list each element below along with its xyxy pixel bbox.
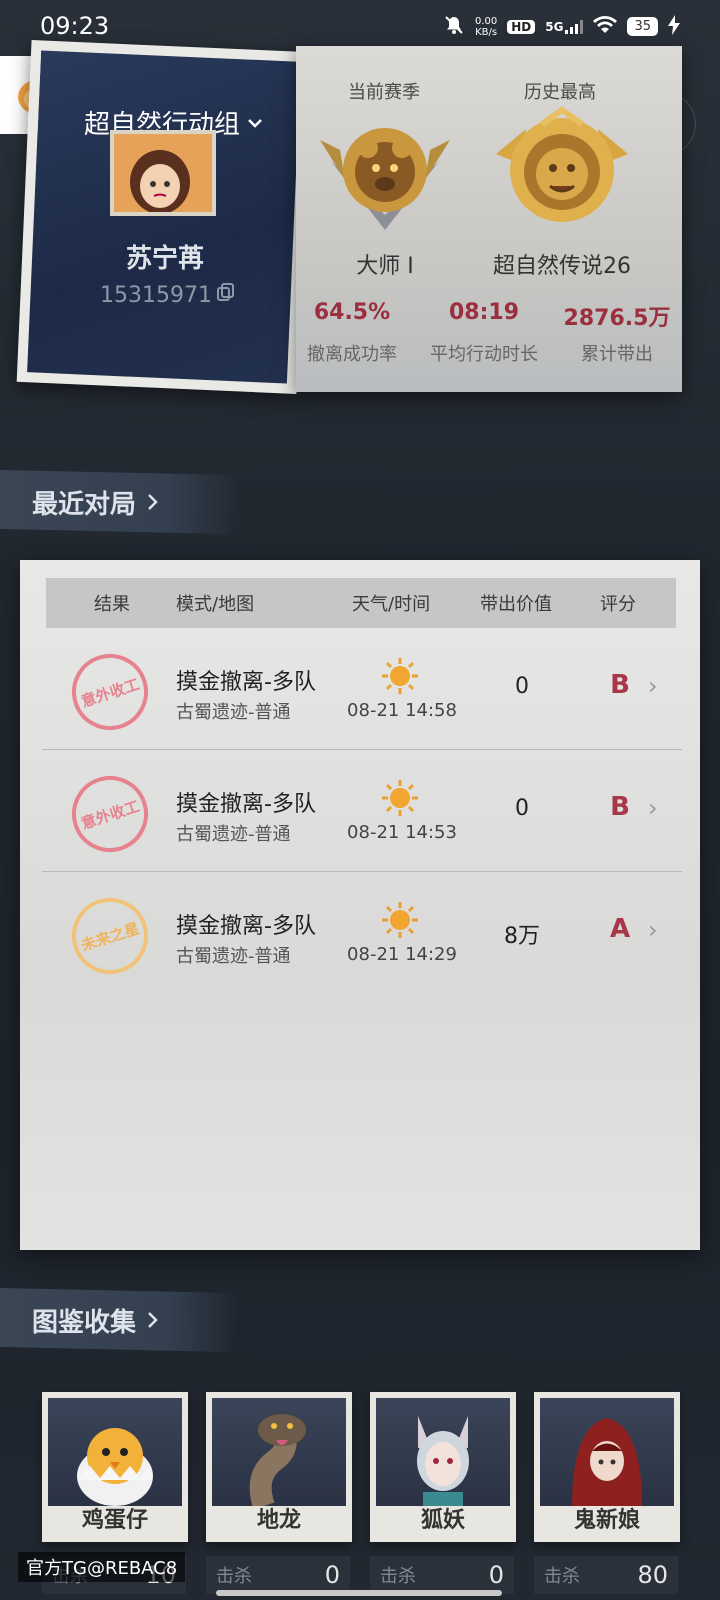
net-speed-unit: KB/s (475, 26, 498, 38)
match-grade: B (610, 792, 630, 822)
collection-card[interactable]: 狐妖 (370, 1392, 516, 1542)
match-map: 古蜀遗迹-普通 (176, 824, 291, 845)
chevron-right-icon (148, 494, 158, 510)
copy-icon[interactable] (216, 282, 236, 308)
avg-duration-value: 08:19 (448, 300, 520, 325)
match-map: 古蜀遗迹-普通 (176, 946, 291, 967)
sunny-weather-icon (382, 902, 418, 938)
creature-name: 鬼新娘 (573, 1508, 640, 1533)
header-weather-time: 天气/时间 (352, 594, 431, 615)
sunny-weather-icon (382, 780, 418, 816)
extract-rate-value: 64.5% (313, 300, 391, 325)
mute-bell-icon (443, 14, 465, 39)
collection-card[interactable]: 鸡蛋仔 (42, 1392, 188, 1542)
creature-name: 鸡蛋仔 (81, 1508, 148, 1533)
header-result: 结果 (94, 594, 130, 615)
collection-card[interactable]: 鬼新娘 (534, 1392, 680, 1542)
extract-rate-label: 撤离成功率 (307, 344, 397, 365)
header-value: 带出价值 (480, 594, 552, 615)
fox-spirit-icon (376, 1398, 510, 1506)
creature-name: 地龙 (256, 1508, 301, 1533)
match-value: 0 (515, 796, 529, 821)
chevron-right-icon: › (648, 672, 658, 700)
battery-icon: 35 (627, 17, 658, 36)
result-stamp: 未来之星 (62, 888, 158, 984)
result-stamp: 意外收工 (62, 644, 158, 740)
chevron-right-icon: › (648, 794, 658, 822)
chevron-down-icon (248, 118, 262, 128)
wifi-icon (593, 16, 618, 37)
kill-label: 击杀 (544, 1566, 580, 1587)
signal-type: 5G (545, 19, 564, 34)
player-id: 15315971 (100, 282, 212, 308)
match-time: 08-21 14:53 (347, 822, 457, 843)
match-grade: A (609, 914, 631, 944)
ghost-bride-icon (540, 1398, 674, 1506)
match-map: 古蜀遗迹-普通 (176, 702, 291, 723)
chick-egg-icon (48, 1398, 182, 1506)
avatar-portrait-icon (114, 134, 212, 212)
match-mode: 摸金撤离-多队 (176, 670, 316, 695)
hd-badge: HD (507, 19, 536, 34)
signal-icon: 5G (545, 19, 584, 34)
player-avatar[interactable] (110, 130, 216, 216)
player-id-row: 15315971 (100, 282, 236, 308)
match-row[interactable]: 未来之星 摸金撤离-多队 古蜀遗迹-普通 08-21 14:29 8万 A › (42, 872, 682, 994)
serpent-icon (212, 1398, 346, 1506)
kill-label: 击杀 (380, 1566, 416, 1587)
matches-table-header: 结果 模式/地图 天气/时间 带出价值 评分 (46, 578, 676, 628)
rank-stats-card: 当前赛季 历史最高 大师 Ⅰ 超自然传说26 64.5% 08:19 2876.… (296, 46, 682, 392)
recent-matches-panel: 结果 模式/地图 天气/时间 带出价值 评分 意外收工 摸金撤离-多队 古蜀遗迹… (20, 560, 700, 1250)
net-speed-value: 0.00 (474, 15, 498, 27)
home-indicator[interactable] (216, 1590, 502, 1596)
chevron-right-icon: › (648, 916, 658, 944)
charging-icon (668, 15, 680, 38)
result-stamp: 意外收工 (62, 766, 158, 862)
match-mode: 摸金撤离-多队 (176, 792, 316, 817)
creature-name: 狐妖 (420, 1508, 465, 1533)
player-name: 苏宁苒 (125, 244, 204, 274)
kill-value: 0 (324, 1561, 340, 1589)
match-time: 08-21 14:29 (347, 944, 457, 965)
total-carry-label: 累计带出 (581, 344, 653, 365)
recent-matches-title: 最近对局 (32, 489, 137, 520)
sunny-weather-icon (382, 658, 418, 694)
kill-count-row: 击杀 80 (534, 1556, 678, 1594)
profile-card (16, 40, 312, 394)
recent-matches-header[interactable]: 最近对局 (0, 470, 240, 534)
net-speed: 0.00 KB/s (475, 16, 497, 38)
status-icons: 0.00 KB/s HD 5G 35 (443, 14, 680, 39)
match-grade: B (610, 670, 630, 700)
header-mode-map: 模式/地图 (176, 594, 255, 615)
watermark-text: 官方TG@REBAC8 (18, 1552, 186, 1582)
match-row[interactable]: 意外收工 摸金撤离-多队 古蜀遗迹-普通 08-21 14:53 0 B › (42, 750, 682, 872)
kill-value: 80 (637, 1561, 668, 1589)
total-carry-value: 2876.5万 (563, 306, 671, 331)
match-row[interactable]: 意外收工 摸金撤离-多队 古蜀遗迹-普通 08-21 14:58 0 B › (42, 628, 682, 750)
header-grade: 评分 (600, 594, 636, 615)
lion-rank-badge-icon (486, 104, 638, 242)
best-rank: 超自然传说26 (493, 254, 631, 279)
avg-duration-label: 平均行动时长 (430, 344, 538, 365)
kill-value: 0 (488, 1561, 504, 1589)
bear-rank-badge-icon (310, 110, 460, 240)
current-season-label: 当前赛季 (348, 82, 420, 103)
kill-count-row: 击杀 0 (206, 1556, 350, 1594)
current-rank: 大师 Ⅰ (356, 254, 414, 279)
best-rank-label: 历史最高 (524, 82, 596, 103)
collection-header[interactable]: 图鉴收集 (0, 1288, 240, 1352)
match-mode: 摸金撤离-多队 (176, 914, 316, 939)
match-time: 08-21 14:58 (347, 700, 457, 721)
match-value: 8万 (504, 924, 540, 949)
status-time: 09:23 (40, 12, 110, 40)
collection-card[interactable]: 地龙 (206, 1392, 352, 1542)
chevron-right-icon (148, 1312, 158, 1328)
collection-title: 图鉴收集 (32, 1307, 137, 1338)
kill-label: 击杀 (216, 1566, 252, 1587)
match-value: 0 (515, 674, 529, 699)
kill-count-row: 击杀 0 (370, 1556, 514, 1594)
